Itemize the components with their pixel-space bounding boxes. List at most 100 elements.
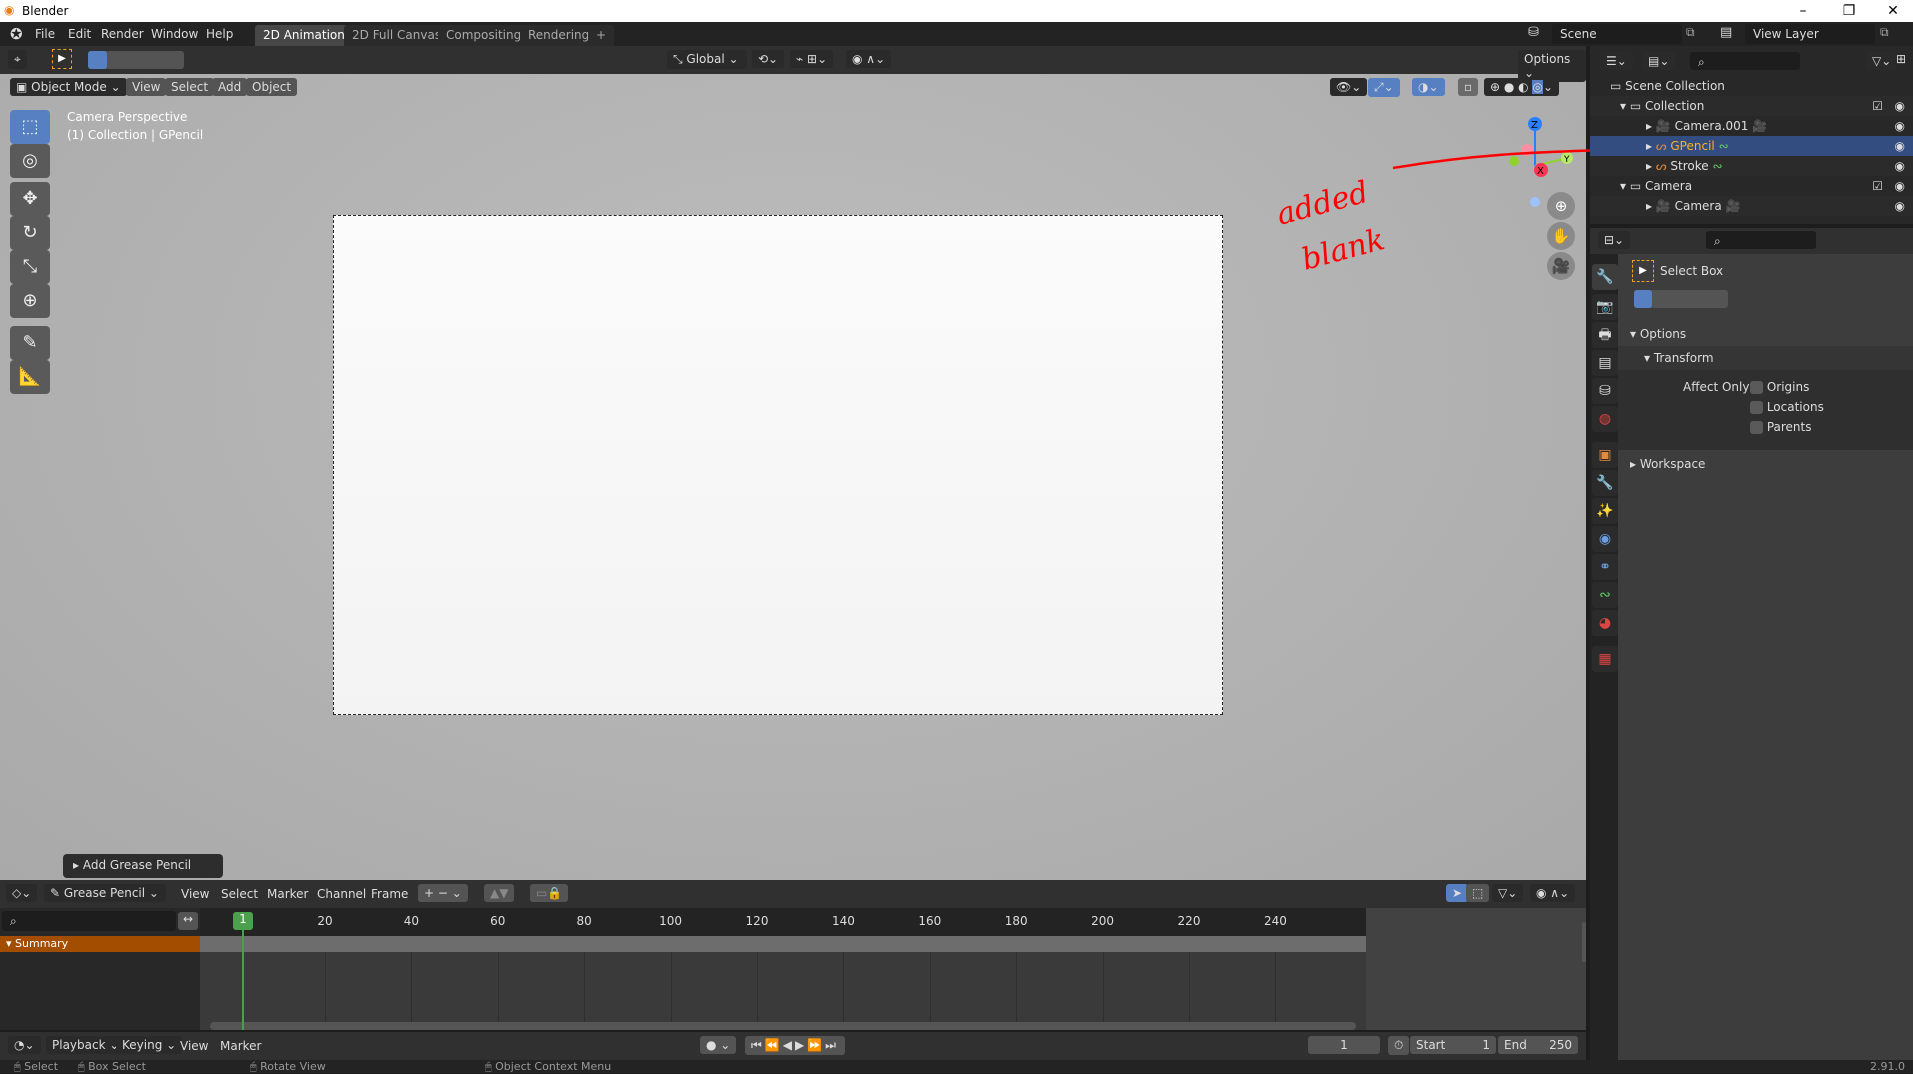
add-workspace-button[interactable]: +	[588, 25, 615, 46]
selection-mode-buttons[interactable]	[88, 51, 184, 69]
scene-field[interactable]: Scene	[1552, 24, 1682, 44]
close-button[interactable]: ✕	[1870, 0, 1913, 22]
transform-tool[interactable]: ⊕	[10, 284, 50, 318]
eye-icon[interactable]: ◉	[1895, 96, 1905, 116]
overlay-toggle[interactable]: ◑⌄	[1412, 78, 1445, 96]
vertical-scrollbar[interactable]	[1582, 922, 1586, 962]
scene-tab-icon[interactable]: ⛁	[1592, 378, 1618, 404]
channel-search-input[interactable]: ⌕	[2, 911, 176, 931]
outliner-search-input[interactable]: ⌕	[1690, 52, 1800, 70]
viewport-menu-add[interactable]: Add	[212, 78, 248, 96]
eye-icon[interactable]: ◉	[1895, 196, 1905, 216]
scale-tool[interactable]: ⤡	[10, 250, 50, 284]
mode-dropdown[interactable]: ▣ Object Mode ⌄	[10, 78, 127, 96]
gizmo-toggle[interactable]: ⤢⌄	[1368, 78, 1400, 97]
playhead-frame-indicator[interactable]: 1	[233, 912, 253, 930]
preview-range-icon[interactable]: ⏱	[1388, 1036, 1410, 1055]
end-frame-field[interactable]: End 250	[1498, 1036, 1578, 1054]
timeline-editor-type-icon[interactable]: ◔⌄	[8, 1036, 41, 1054]
eye-icon[interactable]: ◉	[1895, 136, 1905, 156]
view-layer-field[interactable]: View Layer	[1745, 24, 1875, 44]
rendered-shading-icon[interactable]: ◎	[1532, 80, 1543, 94]
playback-controls[interactable]: ⏮⏪◀▶⏩⏭	[745, 1036, 845, 1055]
layer-lock-buttons[interactable]: ▭🔒	[530, 884, 569, 902]
tab-rendering[interactable]: Rendering	[520, 25, 598, 46]
physics-tab-icon[interactable]: ◉	[1592, 526, 1618, 552]
menu-render[interactable]: Render	[101, 27, 144, 41]
tab-compositing[interactable]: Compositing	[438, 25, 530, 46]
filter-dropdown[interactable]: ▽⌄	[1866, 52, 1898, 70]
cursor-tool[interactable]: ◎	[10, 144, 50, 178]
dope-editor-type-icon[interactable]: ◇⌄	[6, 884, 38, 902]
playback-dropdown[interactable]: Playback ⌄	[46, 1036, 126, 1054]
scene-icon[interactable]: ⛁	[1528, 25, 1539, 40]
parents-checkbox[interactable]: Parents	[1750, 420, 1812, 434]
select-box-tool-icon[interactable]: ▶	[52, 49, 72, 69]
viewport-menu-object[interactable]: Object	[246, 78, 298, 96]
menu-edit[interactable]: Edit	[68, 27, 91, 41]
outliner-editor-type-icon[interactable]: ☰⌄	[1600, 52, 1633, 70]
view-layer-tab-icon[interactable]: ▤	[1592, 350, 1618, 376]
auto-keying-toggle[interactable]: ● ⌄	[700, 1036, 737, 1054]
blender-menu-icon[interactable]: ✪	[10, 25, 23, 43]
new-scene-icon[interactable]: ⧉	[1686, 25, 1695, 40]
dope-mode-dropdown[interactable]: ✎ Grease Pencil ⌄	[44, 884, 166, 902]
eye-icon[interactable]: ◉	[1895, 116, 1905, 136]
exclude-checkbox[interactable]: ☑	[1872, 96, 1883, 116]
swap-filter-icon[interactable]: ↔	[178, 912, 198, 930]
set-new-selection-icon[interactable]	[88, 51, 107, 69]
xray-toggle[interactable]: ▫	[1458, 78, 1479, 96]
proportional-edit-toggle[interactable]: ◉ ∧⌄	[846, 50, 892, 68]
viewport-menu-select[interactable]: Select	[165, 78, 215, 96]
output-tab-icon[interactable]: 🖶	[1592, 322, 1618, 348]
selection-mode-buttons[interactable]	[1634, 290, 1728, 308]
dope-filter-dropdown[interactable]: ▽⌄	[1492, 884, 1524, 902]
dope-menu-view[interactable]: View	[181, 887, 209, 901]
world-tab-icon[interactable]: ◍	[1592, 406, 1618, 432]
exclude-checkbox[interactable]: ☑	[1872, 176, 1883, 196]
properties-editor-type-icon[interactable]: ⊟⌄	[1598, 231, 1631, 249]
origins-checkbox[interactable]: Origins	[1750, 380, 1809, 394]
effects-tab-icon[interactable]: ✨	[1592, 498, 1618, 524]
last-operator-panel[interactable]: ▸ Add Grease Pencil	[63, 854, 223, 878]
select-box-tool[interactable]: ⬚	[10, 110, 50, 144]
new-collection-icon[interactable]: ⊞	[1896, 52, 1906, 66]
keyframe-area[interactable]	[200, 952, 1366, 1030]
material-tab-icon[interactable]: ◕	[1592, 610, 1618, 636]
pivot-dropdown[interactable]: ⟲⌄	[752, 50, 785, 68]
horizontal-scrollbar[interactable]	[210, 1022, 1356, 1030]
modifier-tab-icon[interactable]: 🔧	[1592, 470, 1618, 496]
display-mode-dropdown[interactable]: ▤⌄	[1642, 52, 1676, 70]
constraints-tab-icon[interactable]: ⚭	[1592, 554, 1618, 580]
annotate-tool[interactable]: ✎	[10, 326, 50, 360]
viewport-menu-view[interactable]: View	[126, 78, 167, 96]
start-frame-field[interactable]: Start 1	[1410, 1036, 1496, 1054]
outliner-scene-collection[interactable]: ▭ Scene Collection	[1610, 76, 1903, 96]
object-tab-icon[interactable]: ▣	[1592, 442, 1618, 468]
add-layer-button[interactable]: + − ⌄	[418, 884, 468, 902]
keying-dropdown[interactable]: Keying ⌄	[116, 1036, 183, 1054]
current-frame-field[interactable]: 1	[1308, 1036, 1380, 1054]
show-hidden-toggle[interactable]: ⬚	[1466, 884, 1490, 902]
only-selected-toggle[interactable]: ➤	[1446, 884, 1469, 902]
dope-menu-select[interactable]: Select	[221, 887, 258, 901]
data-tab-icon[interactable]: ∾	[1592, 582, 1618, 608]
rotate-tool[interactable]: ↻	[10, 216, 50, 250]
dope-menu-marker[interactable]: Marker	[267, 887, 308, 901]
locations-checkbox[interactable]: Locations	[1750, 400, 1824, 414]
new-view-layer-icon[interactable]: ⧉	[1880, 25, 1889, 40]
view-layer-icon[interactable]: ▤	[1720, 25, 1732, 40]
dope-menu-channel[interactable]: Channel	[317, 887, 366, 901]
outliner-row-camera-collection[interactable]: ▾ ▭ Camera ☑ ◉	[1590, 176, 1913, 196]
options-panel-header[interactable]: ▾ Options	[1618, 322, 1913, 346]
minimize-button[interactable]: –	[1780, 0, 1826, 22]
summary-channel[interactable]: ▾ Summary	[0, 936, 200, 952]
timeline-menu-view[interactable]: View	[180, 1039, 208, 1053]
menu-help[interactable]: Help	[206, 27, 233, 41]
transform-orientation-dropdown[interactable]: ⤡ Global ⌄	[667, 50, 747, 69]
shading-buttons[interactable]: ⊕ ● ◐ ◎⌄	[1484, 78, 1559, 96]
outliner-row-camera[interactable]: ▸ 🎥 Camera 🎥 ◉	[1590, 196, 1913, 216]
timeline-menu-marker[interactable]: Marker	[220, 1039, 261, 1053]
dope-proportional-toggle[interactable]: ◉ ∧⌄	[1530, 884, 1576, 902]
outliner-row-stroke[interactable]: ▸ ᔕ Stroke ∾ ◉	[1590, 156, 1913, 176]
